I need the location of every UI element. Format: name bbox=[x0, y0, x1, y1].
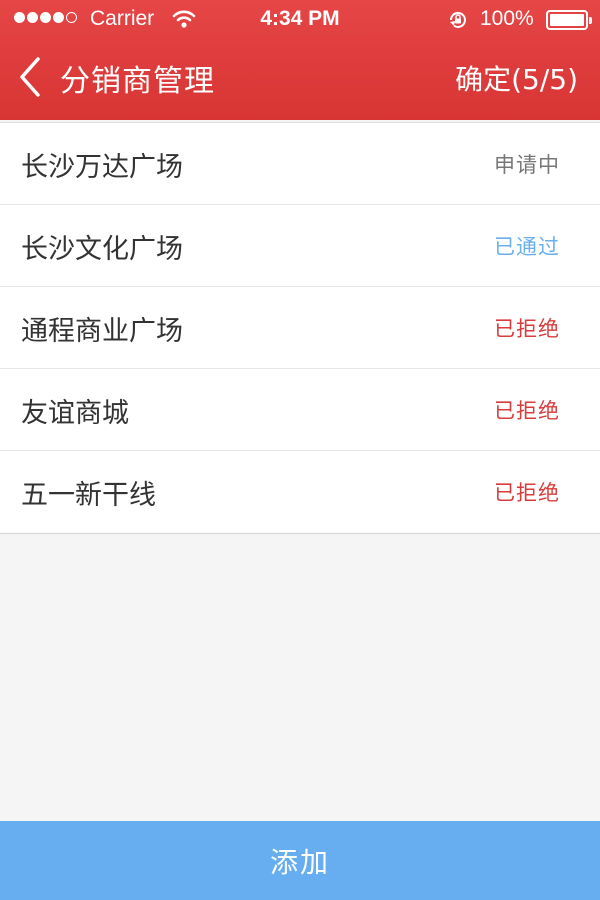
rotation-lock-icon bbox=[447, 9, 469, 37]
battery-percent: 100% bbox=[480, 7, 534, 30]
status-badge: 已拒绝 bbox=[494, 317, 560, 341]
chevron-left-icon bbox=[20, 57, 40, 97]
battery-icon bbox=[546, 10, 592, 30]
status-badge: 申请中 bbox=[494, 153, 560, 177]
distributor-name: 长沙万达广场 bbox=[21, 152, 183, 183]
distributor-name: 五一新干线 bbox=[21, 480, 156, 511]
battery-cap bbox=[589, 17, 592, 24]
confirm-button[interactable]: 确定(5/5) bbox=[455, 58, 578, 98]
add-button[interactable]: 添加 bbox=[0, 821, 600, 900]
list-item[interactable]: 长沙文化广场 已通过 bbox=[0, 205, 600, 287]
header: Carrier 4:34 PM 100% 分销商管理 确定(5/5) bbox=[0, 0, 600, 120]
status-badge: 已拒绝 bbox=[494, 481, 560, 505]
list-item[interactable]: 长沙万达广场 申请中 bbox=[0, 123, 600, 205]
distributor-list: 长沙万达广场 申请中 长沙文化广场 已通过 通程商业广场 已拒绝 友谊商城 已拒… bbox=[0, 122, 600, 534]
distributor-name: 友谊商城 bbox=[21, 398, 129, 429]
status-bar: Carrier 4:34 PM 100% bbox=[0, 0, 600, 40]
list-item[interactable]: 五一新干线 已拒绝 bbox=[0, 451, 600, 533]
page-title: 分销商管理 bbox=[60, 64, 215, 99]
status-badge: 已通过 bbox=[494, 235, 560, 259]
app-screen: Carrier 4:34 PM 100% 分销商管理 确定(5/5) 长沙万达广… bbox=[0, 0, 600, 900]
battery-fill bbox=[550, 14, 584, 26]
distributor-name: 长沙文化广场 bbox=[21, 234, 183, 265]
list-item[interactable]: 通程商业广场 已拒绝 bbox=[0, 287, 600, 369]
list-item[interactable]: 友谊商城 已拒绝 bbox=[0, 369, 600, 451]
status-badge: 已拒绝 bbox=[494, 399, 560, 423]
back-button[interactable] bbox=[10, 52, 50, 102]
nav-bar: 分销商管理 确定(5/5) bbox=[0, 40, 600, 120]
distributor-name: 通程商业广场 bbox=[21, 316, 183, 347]
